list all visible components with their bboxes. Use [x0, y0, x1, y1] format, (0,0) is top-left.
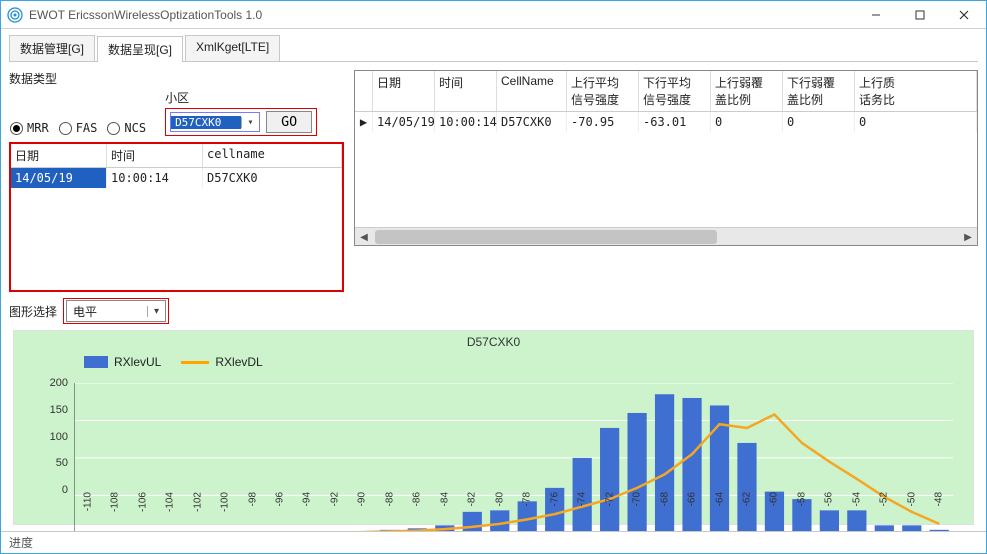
scroll-thumb[interactable]: [375, 230, 717, 244]
col-date2: 日期: [373, 71, 435, 111]
x-tick-label: -80: [494, 492, 505, 506]
legend-item-ul: RXlevUL: [84, 355, 161, 369]
x-tick-label: -76: [549, 492, 560, 506]
y-tick-label: 150: [50, 404, 68, 416]
maximize-button[interactable]: [898, 1, 942, 29]
x-tick-label: -50: [906, 492, 917, 506]
x-tick-label: -56: [824, 492, 835, 506]
table-row[interactable]: 14/05/19 10:00:14 D57CXK0: [11, 168, 342, 188]
window-title: EWOT EricssonWirelessOptizationTools 1.0: [29, 8, 262, 22]
tab-strip: 数据管理[G] 数据呈现[G] XmlKget[LTE]: [9, 35, 978, 62]
x-tick-label: -84: [439, 492, 450, 506]
tab-data-manage[interactable]: 数据管理[G]: [9, 35, 95, 61]
x-tick-label: -96: [275, 492, 286, 506]
x-tick-label: -110: [82, 492, 93, 511]
legend-line-icon: [181, 361, 209, 364]
col-pointer: [355, 71, 373, 111]
titlebar: EWOT EricssonWirelessOptizationTools 1.0: [1, 1, 986, 29]
x-tick-label: -66: [687, 492, 698, 506]
radio-fas[interactable]: FAS: [59, 121, 98, 135]
x-tick-label: -72: [604, 492, 615, 506]
y-tick-label: 50: [56, 457, 68, 469]
row-pointer-icon: ▶: [355, 112, 373, 132]
radio-dot-icon: [10, 122, 23, 135]
x-tick-label: -54: [851, 492, 862, 506]
x-tick-label: -52: [879, 492, 890, 506]
horizontal-scrollbar[interactable]: ◀ ▶: [355, 227, 977, 245]
chart-area: D57CXK0 RXlevUL RXlevDL 0 50 100 150 200 -11…: [13, 330, 974, 525]
col-dlrssi: 下行平均 信号强度: [639, 71, 711, 111]
scroll-left-icon[interactable]: ◀: [355, 228, 373, 246]
tab-data-present[interactable]: 数据呈现[G]: [97, 36, 183, 62]
x-tick-label: -62: [741, 492, 752, 506]
status-label: 进度: [9, 534, 33, 551]
left-grid[interactable]: 日期 时间 cellname 14/05/19 10:00:14 D57CXK0: [9, 142, 344, 292]
x-tick-label: -64: [714, 492, 725, 506]
main-window: EWOT EricssonWirelessOptizationTools 1.0…: [0, 0, 987, 554]
legend-swatch-icon: [84, 356, 108, 368]
legend-item-dl: RXlevDL: [181, 355, 262, 369]
x-tick-label: -100: [220, 492, 231, 512]
y-tick-label: 0: [62, 484, 68, 496]
x-tick-label: -70: [632, 492, 643, 506]
scroll-right-icon[interactable]: ▶: [959, 228, 977, 246]
col-ulrssi: 上行平均 信号强度: [567, 71, 639, 111]
cell-label: 小区: [165, 89, 317, 106]
col-ulweak: 上行弱覆 盖比例: [711, 71, 783, 111]
chevron-down-icon[interactable]: ▾: [241, 117, 259, 128]
x-tick-label: -92: [329, 492, 340, 506]
radio-mrr[interactable]: MRR: [10, 121, 49, 135]
col-time: 时间: [107, 144, 203, 167]
x-tick-label: -90: [357, 492, 368, 506]
y-tick-label: 200: [50, 377, 68, 389]
cell-combobox[interactable]: D57CXK0 ▾: [170, 112, 260, 132]
x-tick-label: -68: [659, 492, 670, 506]
col-date: 日期: [11, 144, 107, 167]
x-tick-label: -82: [467, 492, 478, 506]
radio-dot-icon: [59, 122, 72, 135]
x-tick-label: -104: [165, 492, 176, 512]
datatype-label: 数据类型: [9, 70, 344, 87]
y-tick-label: 100: [50, 431, 68, 443]
radio-dot-icon: [107, 122, 120, 135]
chart-legend: RXlevUL RXlevDL: [84, 355, 263, 369]
col-ulqual: 上行质 话务比: [855, 71, 977, 111]
x-tick-label: -106: [137, 492, 148, 512]
chart-title: D57CXK0: [14, 335, 973, 349]
table-row[interactable]: ▶ 14/05/19 10:00:14 D57CXK0 -70.95 -63.0…: [355, 112, 977, 132]
col-cell2: CellName: [497, 71, 567, 111]
right-grid[interactable]: 日期 时间 CellName 上行平均 信号强度 下行平均 信号强度 上行弱覆 …: [354, 70, 978, 246]
radio-ncs[interactable]: NCS: [107, 121, 146, 135]
minimize-button[interactable]: [854, 1, 898, 29]
x-tick-label: -88: [384, 492, 395, 506]
x-tick-label: -108: [110, 492, 121, 512]
col-cellname: cellname: [203, 144, 342, 167]
x-tick-label: -86: [412, 492, 423, 506]
col-time2: 时间: [435, 71, 497, 111]
figure-select-combo[interactable]: 电平 ▾: [66, 300, 166, 322]
x-tick-label: -60: [769, 492, 780, 506]
figure-select-label: 图形选择: [9, 303, 57, 320]
chevron-down-icon[interactable]: ▾: [147, 306, 165, 317]
app-icon: [7, 7, 23, 23]
x-tick-label: -48: [934, 492, 945, 506]
close-button[interactable]: [942, 1, 986, 29]
x-tick-label: -102: [192, 492, 203, 512]
x-tick-label: -74: [577, 492, 588, 506]
x-tick-label: -94: [302, 492, 313, 506]
go-button[interactable]: GO: [266, 111, 312, 133]
tab-xmlkget[interactable]: XmlKget[LTE]: [185, 35, 280, 61]
x-tick-label: -98: [247, 492, 258, 506]
statusbar: 进度: [1, 531, 986, 553]
x-tick-label: -78: [522, 492, 533, 506]
col-dlweak: 下行弱覆 盖比例: [783, 71, 855, 111]
x-tick-label: -58: [796, 492, 807, 506]
